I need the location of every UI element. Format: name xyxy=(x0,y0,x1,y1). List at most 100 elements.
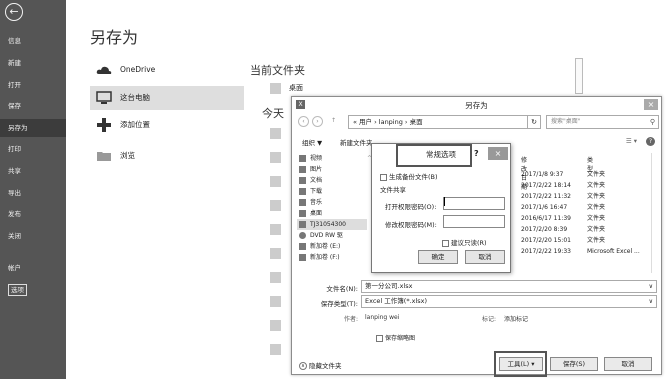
file-date: 2017/2/20 15:01 xyxy=(521,237,571,244)
today-heading: 今天 xyxy=(262,107,284,120)
desktop-icon xyxy=(299,210,306,217)
ok-button[interactable]: 确定 xyxy=(418,250,458,264)
back-nav-icon[interactable]: ‹ xyxy=(298,116,309,127)
nav-item-share[interactable]: 共享 xyxy=(0,162,66,180)
tools-button[interactable]: 工具(L) ▾ xyxy=(499,357,543,371)
location-label: 添加位置 xyxy=(120,120,150,129)
nav-item-print[interactable]: 打印 xyxy=(0,140,66,158)
folder-icon xyxy=(270,272,281,283)
tree-item-videos[interactable]: 视频 xyxy=(297,153,367,164)
current-folder-desktop[interactable]: 桌面 xyxy=(289,83,303,93)
search-input[interactable]: 搜索"桌面" ⚲ xyxy=(546,115,659,129)
filename-label: 文件名(N): xyxy=(326,285,358,293)
back-arrow-icon[interactable]: ← xyxy=(5,3,23,21)
file-row[interactable]: 2017/1/6 16:47 文件夹 xyxy=(521,202,651,213)
thumbnail-checkbox[interactable]: 保存缩略图 xyxy=(376,333,415,342)
help-icon[interactable]: ? xyxy=(474,149,479,158)
nav-item-close[interactable]: 关闭 xyxy=(0,227,66,245)
tree-item-dvd[interactable]: DVD RW 驱 xyxy=(297,230,367,241)
file-type: Microsoft Excel ... xyxy=(587,248,640,255)
file-row[interactable]: 2017/2/22 19:33 Microsoft Excel ... xyxy=(521,246,651,257)
tree-item-music[interactable]: 音乐 xyxy=(297,197,367,208)
folder-icon xyxy=(97,152,111,161)
computer-icon xyxy=(96,91,112,104)
file-row[interactable]: 2017/2/20 15:01 文件夹 xyxy=(521,235,651,246)
filename-input[interactable]: 第一分公司.xlsx ∨ xyxy=(361,280,657,293)
file-type: 文件夹 xyxy=(587,171,606,178)
author-value[interactable]: lanping wei xyxy=(365,314,399,321)
folder-icon xyxy=(270,296,281,307)
nav-item-account[interactable]: 帐户 xyxy=(0,259,66,277)
tree-item-drive-e[interactable]: 新加卷 (E:) xyxy=(297,241,367,252)
folder-icon xyxy=(270,128,281,139)
tools-label: 工具(L) xyxy=(507,360,530,368)
nav-item-options[interactable]: 选项 xyxy=(0,281,66,299)
close-icon[interactable]: × xyxy=(644,99,658,110)
download-icon xyxy=(299,188,306,195)
file-date: 2017/1/8 9:37 xyxy=(521,171,564,178)
chevron-up-icon: ∧ xyxy=(299,362,307,370)
nav-item-export[interactable]: 导出 xyxy=(0,184,66,202)
filetype-select[interactable]: Excel 工作簿(*.xlsx) ∨ xyxy=(361,295,657,308)
tree-item-drive-f[interactable]: 新加卷 (F:) xyxy=(297,252,367,263)
backup-checkbox[interactable]: 生成备份文件(B) xyxy=(380,171,438,181)
view-options-icon[interactable]: ☰ ▾ xyxy=(626,137,637,145)
organize-button[interactable]: 组织 ▼ xyxy=(302,137,322,147)
chevron-down-icon[interactable]: ∨ xyxy=(649,281,653,292)
drive-icon xyxy=(299,243,306,250)
close-icon[interactable]: × xyxy=(488,147,508,160)
file-row[interactable]: 2016/6/17 11:39 文件夹 xyxy=(521,213,651,224)
nav-item-options-label: 选项 xyxy=(8,284,27,296)
location-browse[interactable]: 浏览 xyxy=(90,144,244,168)
file-date: 2017/2/22 18:14 xyxy=(521,182,571,189)
tags-value[interactable]: 添加标记 xyxy=(504,314,528,323)
picture-icon xyxy=(299,166,306,173)
location-label: 这台电脑 xyxy=(120,93,150,102)
cancel-button[interactable]: 取消 xyxy=(604,357,652,371)
tree-item-computer[interactable]: TJ31054300 xyxy=(297,219,367,230)
tree-label: 下载 xyxy=(310,188,323,195)
help-icon[interactable]: ? xyxy=(646,137,655,146)
file-list-scrollbar[interactable] xyxy=(651,153,657,273)
refresh-icon[interactable]: ↻ xyxy=(528,115,541,129)
location-add-place[interactable]: 添加位置 xyxy=(90,113,244,137)
tree-item-pictures[interactable]: 图片 xyxy=(297,164,367,175)
nav-item-new[interactable]: 新建 xyxy=(0,54,66,72)
file-row[interactable]: 2017/1/8 9:37 文件夹 xyxy=(521,169,651,180)
author-label: 作者: xyxy=(344,316,359,323)
location-this-pc[interactable]: 这台电脑 xyxy=(90,86,244,110)
nav-item-publish[interactable]: 发布 xyxy=(0,205,66,223)
nav-item-save-as[interactable]: 另存为 xyxy=(0,119,66,137)
file-row[interactable]: 2017/2/22 18:14 文件夹 xyxy=(521,180,651,191)
folder-icon xyxy=(270,320,281,331)
file-date: 2017/2/20 8:39 xyxy=(521,226,568,233)
options-cancel-button[interactable]: 取消 xyxy=(465,250,505,264)
hide-folders-label: 隐藏文件夹 xyxy=(309,362,342,370)
file-row[interactable]: 2017/2/20 8:39 文件夹 xyxy=(521,224,651,235)
nav-item-open[interactable]: 打开 xyxy=(0,76,66,94)
open-password-input[interactable] xyxy=(443,197,505,210)
file-list: 2017/1/8 9:37 文件夹 2017/2/22 18:14 文件夹 2017… xyxy=(521,169,651,257)
new-folder-button[interactable]: 新建文件夹 xyxy=(340,137,373,147)
readonly-label: 建议只读(R) xyxy=(451,239,487,247)
save-button[interactable]: 保存(S) xyxy=(550,357,598,371)
tree-item-documents[interactable]: 文档 xyxy=(297,175,367,186)
up-arrow-icon[interactable]: ↑ xyxy=(328,116,339,127)
file-row[interactable]: 2017/2/22 11:32 文件夹 xyxy=(521,191,651,202)
address-bar[interactable]: « 用户 › lanping › 桌面 xyxy=(348,115,528,129)
folder-icon xyxy=(270,224,281,235)
nav-item-save[interactable]: 保存 xyxy=(0,97,66,115)
forward-nav-icon[interactable]: › xyxy=(312,116,323,127)
nav-item-info[interactable]: 信息 xyxy=(0,32,66,50)
modify-password-input[interactable] xyxy=(443,215,505,228)
tree-label: 文档 xyxy=(310,177,323,184)
dialog-titlebar: X 另存为 × xyxy=(292,97,661,112)
readonly-checkbox[interactable]: 建议只读(R) xyxy=(442,237,487,247)
panel-scrollbar[interactable] xyxy=(575,58,583,94)
tree-item-downloads[interactable]: 下载 xyxy=(297,186,367,197)
hide-folders-toggle[interactable]: ∧ 隐藏文件夹 xyxy=(299,360,342,370)
location-onedrive[interactable]: OneDrive xyxy=(90,58,244,82)
search-icon: ⚲ xyxy=(649,118,655,126)
tree-item-desktop[interactable]: 桌面 xyxy=(297,208,367,219)
text-caret xyxy=(444,197,445,206)
